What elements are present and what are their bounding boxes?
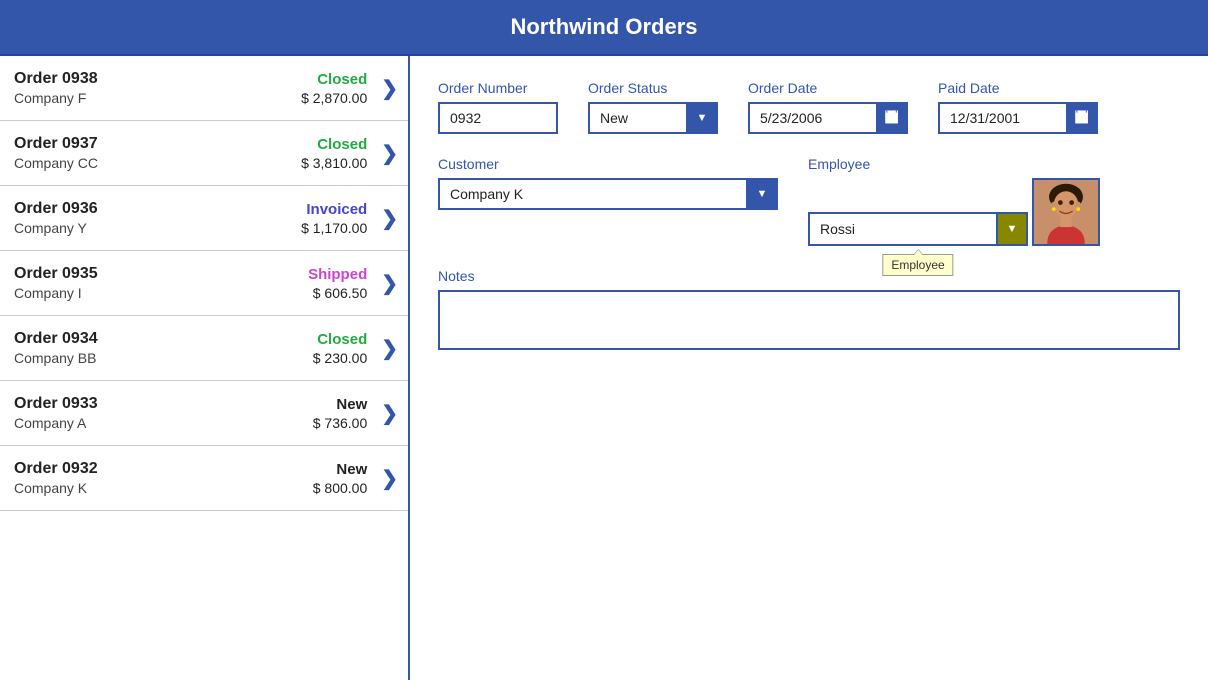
order-number: Order 0935 (14, 265, 308, 283)
order-company: Company A (14, 415, 313, 431)
order-right: New $ 736.00 (313, 396, 368, 431)
order-number: Order 0933 (14, 395, 313, 413)
order-company: Company CC (14, 155, 301, 171)
order-status-label: Order Status (588, 80, 718, 96)
order-company: Company F (14, 90, 301, 106)
orders-list: Order 0938 Company F Closed $ 2,870.00 ❯… (0, 56, 410, 680)
chevron-right-icon: ❯ (381, 401, 398, 426)
list-item[interactable]: Order 0933 Company A New $ 736.00 ❯ (0, 381, 408, 446)
customer-label: Customer (438, 156, 778, 172)
order-info: Order 0932 Company K (14, 460, 313, 496)
order-number: Order 0937 (14, 135, 301, 153)
chevron-right-icon: ❯ (381, 206, 398, 231)
order-status: Closed (313, 331, 368, 348)
order-date-wrapper (748, 102, 908, 134)
order-right: Invoiced $ 1,170.00 (301, 201, 367, 236)
employee-input[interactable] (808, 212, 998, 246)
order-info: Order 0938 Company F (14, 70, 301, 106)
paid-date-label: Paid Date (938, 80, 1098, 96)
order-info: Order 0934 Company BB (14, 330, 313, 366)
order-info: Order 0936 Company Y (14, 200, 301, 236)
chevron-right-icon: ❯ (381, 336, 398, 361)
order-amount: $ 2,870.00 (301, 90, 367, 106)
order-number-input[interactable] (438, 102, 558, 134)
app-header: Northwind Orders (0, 0, 1208, 56)
order-status: New (313, 396, 368, 413)
order-status: New (313, 461, 368, 478)
order-date-label: Order Date (748, 80, 908, 96)
customer-select[interactable]: Company K Company A Company F (438, 178, 778, 210)
order-status-select-wrapper: New Shipped Invoiced Closed (588, 102, 718, 134)
order-amount: $ 3,810.00 (301, 155, 367, 171)
order-info: Order 0937 Company CC (14, 135, 301, 171)
employee-input-row (808, 212, 1028, 246)
order-number: Order 0938 (14, 70, 301, 88)
employee-dropdown-wrapper: Employee (808, 212, 1028, 246)
employee-group: Employee Employee (808, 156, 1100, 246)
order-status-group: Order Status New Shipped Invoiced Closed (588, 80, 718, 134)
order-detail-panel: Order Number Order Status New Shipped In… (410, 56, 1208, 680)
chevron-right-icon: ❯ (381, 466, 398, 491)
order-amount: $ 606.50 (308, 285, 367, 301)
paid-date-group: Paid Date (938, 80, 1098, 134)
list-item[interactable]: Order 0938 Company F Closed $ 2,870.00 ❯ (0, 56, 408, 121)
employee-label: Employee (808, 156, 1100, 172)
order-company: Company I (14, 285, 308, 301)
order-number: Order 0932 (14, 460, 313, 478)
order-status: Closed (301, 136, 367, 153)
order-date-group: Order Date (748, 80, 908, 134)
app-title: Northwind Orders (510, 14, 697, 39)
order-amount: $ 1,170.00 (301, 220, 367, 236)
order-amount: $ 736.00 (313, 415, 368, 431)
order-right: Closed $ 3,810.00 (301, 136, 367, 171)
order-right: Shipped $ 606.50 (308, 266, 367, 301)
order-status: Shipped (308, 266, 367, 283)
list-item[interactable]: Order 0935 Company I Shipped $ 606.50 ❯ (0, 251, 408, 316)
order-right: New $ 800.00 (313, 461, 368, 496)
order-company: Company K (14, 480, 313, 496)
order-status: Closed (301, 71, 367, 88)
customer-select-wrapper: Company K Company A Company F (438, 178, 778, 210)
order-number: Order 0934 (14, 330, 313, 348)
order-right: Closed $ 230.00 (313, 331, 368, 366)
order-number-label: Order Number (438, 80, 558, 96)
order-number: Order 0936 (14, 200, 301, 218)
employee-dropdown-btn[interactable] (998, 212, 1028, 246)
order-company: Company Y (14, 220, 301, 236)
chevron-right-icon: ❯ (381, 271, 398, 296)
list-item[interactable]: Order 0937 Company CC Closed $ 3,810.00 … (0, 121, 408, 186)
order-status: Invoiced (301, 201, 367, 218)
order-amount: $ 230.00 (313, 350, 368, 366)
paid-date-wrapper (938, 102, 1098, 134)
notes-label: Notes (438, 268, 1180, 284)
paid-date-calendar-icon[interactable] (1066, 102, 1098, 134)
order-number-group: Order Number (438, 80, 558, 134)
order-date-calendar-icon[interactable] (876, 102, 908, 134)
chevron-right-icon: ❯ (381, 141, 398, 166)
order-amount: $ 800.00 (313, 480, 368, 496)
chevron-right-icon: ❯ (381, 76, 398, 101)
list-item[interactable]: Order 0936 Company Y Invoiced $ 1,170.00… (0, 186, 408, 251)
order-info: Order 0935 Company I (14, 265, 308, 301)
notes-group: Notes (438, 268, 1180, 350)
list-item[interactable]: Order 0934 Company BB Closed $ 230.00 ❯ (0, 316, 408, 381)
list-item[interactable]: Order 0932 Company K New $ 800.00 ❯ (0, 446, 408, 511)
order-right: Closed $ 2,870.00 (301, 71, 367, 106)
customer-group: Customer Company K Company A Company F (438, 156, 778, 210)
order-company: Company BB (14, 350, 313, 366)
employee-section: Employee (808, 178, 1100, 246)
order-info: Order 0933 Company A (14, 395, 313, 431)
notes-textarea[interactable] (438, 290, 1180, 350)
employee-photo (1032, 178, 1100, 246)
order-status-select[interactable]: New Shipped Invoiced Closed (588, 102, 718, 134)
